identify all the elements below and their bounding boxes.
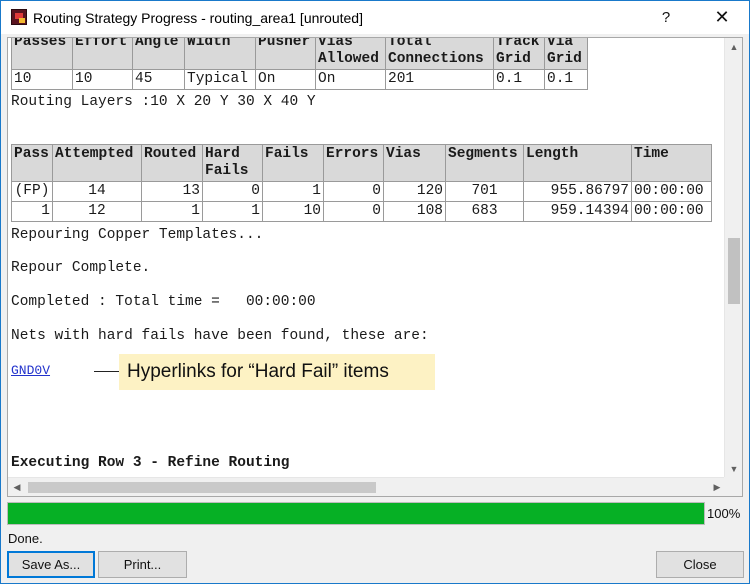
pass-header-cell: Attempted: [52, 144, 142, 182]
pass-cell: 959.14394: [523, 201, 632, 222]
progress-percent: 100%: [707, 506, 741, 521]
repouring-text: Repouring Copper Templates...: [11, 227, 264, 243]
strategy-row: 10 10 45 Typical On On 201 0.1 0.1: [11, 69, 588, 90]
status-text: Done.: [8, 531, 43, 546]
hard-fails-line1: Hard: [205, 146, 240, 162]
close-button[interactable]: Close: [656, 551, 744, 578]
strategy-table: Passes Effort Angle Width Pusher Vias All…: [11, 37, 588, 90]
horizontal-scroll-thumb[interactable]: [28, 482, 376, 493]
strategy-cell: 0.1: [493, 69, 545, 90]
pass-cell: 14: [52, 181, 142, 202]
pass-cell: 683: [445, 201, 524, 222]
pass-cell: 0: [323, 181, 384, 202]
routing-progress-dialog: Routing Strategy Progress - routing_area…: [0, 0, 750, 584]
pass-cell: 12: [52, 201, 142, 222]
save-as-button[interactable]: Save As...: [7, 551, 95, 578]
scroll-left-icon[interactable]: ◀: [8, 478, 26, 496]
scroll-down-icon[interactable]: ▼: [725, 460, 742, 478]
strategy-cell: On: [255, 69, 316, 90]
strategy-cell: 10: [72, 69, 133, 90]
vias-allowed-line1: Vias: [318, 37, 353, 50]
strategy-cell: 0.1: [544, 69, 588, 90]
strategy-cell: 45: [132, 69, 185, 90]
strategy-header-cell: Track Grid: [493, 37, 545, 70]
pass-header-cell: Pass: [11, 144, 53, 182]
strategy-header-cell: Passes: [11, 38, 73, 70]
pass-cell: 10: [262, 201, 324, 222]
progress-bar: [7, 502, 705, 525]
pass-cell: 13: [141, 181, 203, 202]
strategy-cell: 201: [385, 69, 494, 90]
routing-layers-text: Routing Layers :10 X 20 Y 30 X 40 Y: [11, 94, 316, 110]
help-button[interactable]: ?: [643, 1, 689, 34]
total-connections-line1: Total: [388, 37, 432, 50]
app-icon: [11, 9, 27, 25]
strategy-cell: Typical: [184, 69, 256, 90]
strategy-header-cell: Width: [184, 38, 256, 70]
total-connections-line2: Connections: [388, 51, 484, 67]
pass-cell: 0: [202, 181, 263, 202]
callout-annotation: Hyperlinks for “Hard Fail” items: [119, 354, 435, 390]
pass-header-cell: Time: [631, 144, 712, 182]
strategy-cell: On: [315, 69, 386, 90]
pass-header-cell: Hard Fails: [202, 144, 263, 182]
close-label: Close: [683, 557, 717, 572]
print-label: Print...: [123, 557, 162, 572]
pass-cell: 701: [445, 181, 524, 202]
strategy-header-cell: Pusher: [255, 38, 316, 70]
nets-hard-fails-text: Nets with hard fails have been found, th…: [11, 328, 429, 344]
pass-row: (FP) 14 13 0 1 0 120 701 955.86797 00:00…: [11, 181, 712, 202]
track-grid-line1: Track: [496, 37, 540, 50]
scroll-up-icon[interactable]: ▲: [725, 38, 742, 56]
via-grid-line2: Grid: [547, 51, 582, 67]
repour-complete-text: Repour Complete.: [11, 260, 151, 276]
scrollbar-corner: [724, 477, 742, 496]
via-grid-line1: Via: [547, 37, 574, 50]
hard-fails-line2: Fails: [205, 163, 249, 179]
pass-cell: 0: [323, 201, 384, 222]
pass-cell: 108: [383, 201, 446, 222]
executing-row-text: Executing Row 3 - Refine Routing: [11, 455, 290, 471]
pass-cell: 120: [383, 181, 446, 202]
strategy-header-cell: Via Grid: [544, 37, 588, 70]
window-title: Routing Strategy Progress - routing_area…: [33, 10, 363, 26]
pass-cell: 1: [262, 181, 324, 202]
vertical-scrollbar[interactable]: ▲ ▼: [724, 38, 742, 478]
close-window-icon[interactable]: ✕: [699, 1, 745, 34]
pass-header-cell: Segments: [445, 144, 524, 182]
pass-cell: 00:00:00: [631, 201, 712, 222]
completed-text: Completed : Total time = 00:00:00: [11, 294, 316, 310]
pass-cell: 1: [11, 201, 53, 222]
strategy-header-cell: Effort: [72, 38, 133, 70]
title-bar: Routing Strategy Progress - routing_area…: [1, 1, 749, 34]
strategy-header-cell: Total Connections: [385, 37, 494, 70]
pass-cell: 1: [202, 201, 263, 222]
print-button[interactable]: Print...: [98, 551, 187, 578]
strategy-header-cell: Vias Allowed: [315, 37, 386, 70]
progress-fill: [8, 503, 704, 524]
pass-header-row: Pass Attempted Routed Hard Fails Fails Er…: [11, 144, 712, 182]
pass-cell: 00:00:00: [631, 181, 712, 202]
horizontal-scrollbar[interactable]: ◀ ▶: [8, 477, 726, 496]
vertical-scroll-thumb[interactable]: [728, 238, 740, 304]
pass-cell: 1: [141, 201, 203, 222]
strategy-header-cell: Angle: [132, 38, 185, 70]
pass-results-table: Pass Attempted Routed Hard Fails Fails Er…: [11, 144, 712, 222]
pass-header-cell: Length: [523, 144, 632, 182]
save-as-label: Save As...: [21, 557, 81, 572]
pass-cell: 955.86797: [523, 181, 632, 202]
log-output-pane[interactable]: Passes Effort Angle Width Pusher Vias All…: [7, 37, 743, 497]
pass-header-cell: Routed: [141, 144, 203, 182]
track-grid-line2: Grid: [496, 51, 531, 67]
pass-cell: (FP): [11, 181, 53, 202]
pass-header-cell: Errors: [323, 144, 384, 182]
pass-header-cell: Vias: [383, 144, 446, 182]
strategy-cell: 10: [11, 69, 73, 90]
pass-header-cell: Fails: [262, 144, 324, 182]
pass-row: 1 12 1 1 10 0 108 683 959.14394 00:00:00: [11, 201, 712, 222]
strategy-header-row: Passes Effort Angle Width Pusher Vias All…: [11, 37, 588, 70]
hard-fail-net-link[interactable]: GND0V: [11, 363, 50, 378]
vias-allowed-line2: Allowed: [318, 51, 379, 67]
